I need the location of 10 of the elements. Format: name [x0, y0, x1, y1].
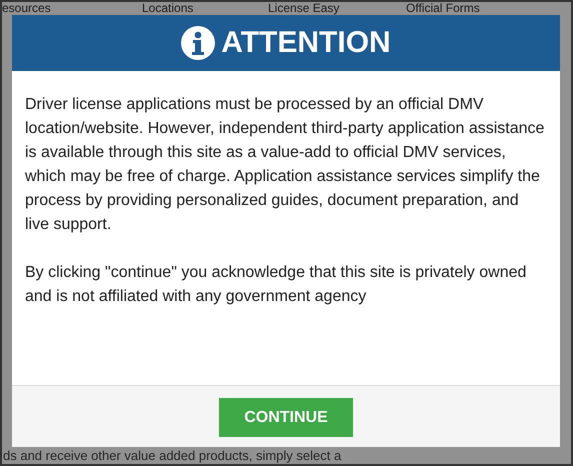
continue-button[interactable]: CONTINUE [219, 398, 353, 437]
info-icon [181, 26, 216, 60]
notice-text: Driver license applications must be processed by an official DMV location/website. However, independent third-party application assistance is available through this site as a value-add to official DMV services, which may be free of charge. Application assistance services simplify the process by providing personalized guides, document preparation, and live support. [25, 95, 546, 235]
nav-link[interactable]: Locations [142, 2, 268, 15]
nav-link[interactable]: Official Forms [406, 2, 480, 15]
nav-link[interactable]: esources [2, 2, 142, 15]
nav-link[interactable]: License Easy [268, 2, 406, 15]
page-text: ds and receive other value added products, simply select a [3, 448, 342, 463]
notice-text: By clicking "continue" you acknowledge that this site is privately owned and is not affiliated with any government agency [25, 263, 528, 307]
modal-title: ATTENTION [221, 26, 391, 60]
